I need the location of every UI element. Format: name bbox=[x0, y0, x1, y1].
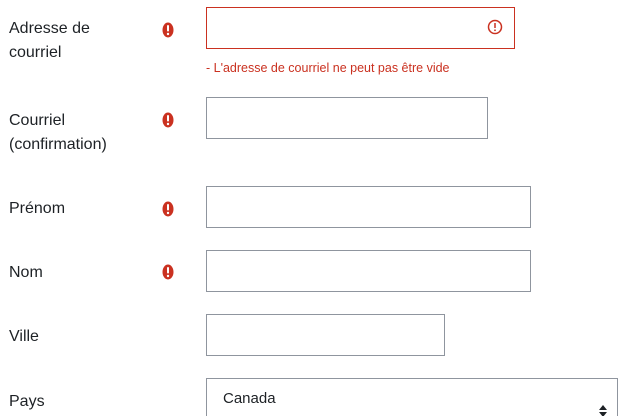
country-select[interactable]: Canada bbox=[206, 378, 618, 416]
sort-arrows-icon bbox=[599, 393, 607, 416]
city-input[interactable] bbox=[206, 314, 445, 356]
email-label: Adresse de courriel bbox=[9, 20, 90, 61]
firstname-label: Prénom bbox=[9, 200, 66, 217]
lastname-input[interactable] bbox=[206, 250, 531, 292]
firstname-input[interactable] bbox=[206, 186, 531, 228]
lastname-label: Nom bbox=[9, 264, 43, 281]
email-error-message: - L'adresse de courriel ne peut pas être… bbox=[206, 61, 450, 75]
required-icon bbox=[162, 22, 174, 38]
country-selected-value: Canada bbox=[223, 390, 276, 407]
city-label: Ville bbox=[9, 328, 39, 345]
required-icon bbox=[162, 112, 174, 128]
required-icon bbox=[162, 201, 174, 217]
email-confirm-label: Courriel (confirmation) bbox=[9, 112, 107, 153]
country-label: Pays bbox=[9, 393, 45, 410]
signup-form: Adresse de courriel - L'adresse de courr… bbox=[0, 0, 618, 416]
email-confirm-input[interactable] bbox=[206, 97, 488, 139]
required-icon bbox=[162, 264, 174, 280]
email-input[interactable] bbox=[206, 7, 515, 49]
invalid-icon bbox=[487, 19, 503, 35]
